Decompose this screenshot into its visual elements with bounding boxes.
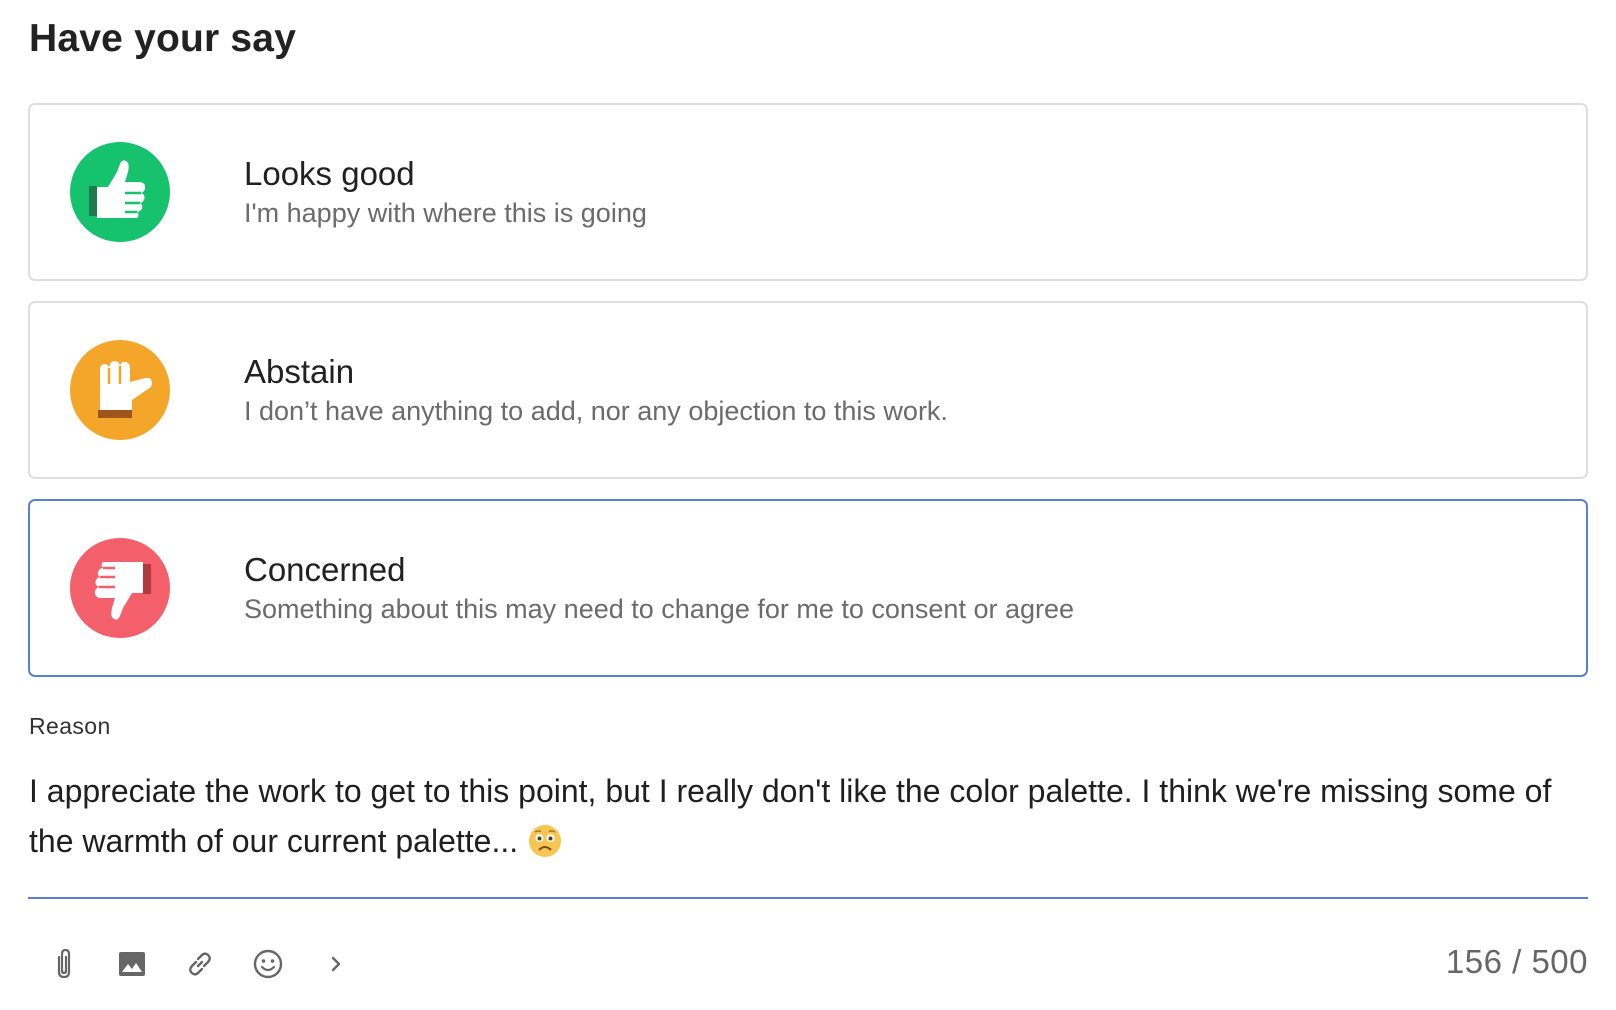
thumbs-down-icon [70, 538, 170, 638]
option-looks-good[interactable]: Looks good I'm happy with where this is … [28, 103, 1588, 281]
reason-text-value: I appreciate the work to get to this poi… [29, 773, 1552, 859]
page-title: Have your say [29, 17, 297, 60]
attachment-icon[interactable] [44, 944, 84, 984]
emoji-icon[interactable] [248, 944, 288, 984]
option-description: Something about this may need to change … [244, 594, 1075, 624]
option-label: Looks good [244, 155, 415, 192]
image-icon[interactable] [112, 944, 152, 984]
option-label: Abstain [244, 353, 355, 390]
option-description: I'm happy with where this is going [244, 198, 647, 228]
worried-face-emoji [528, 824, 562, 858]
option-description: I don’t have anything to add, nor any ob… [244, 396, 948, 426]
option-abstain[interactable]: Abstain I don’t have anything to add, no… [28, 301, 1588, 479]
thumbs-up-icon [70, 142, 170, 242]
hand-sideways-icon [70, 340, 170, 440]
character-counter: 156 / 500 [1445, 943, 1588, 980]
option-concerned[interactable]: Concerned Something about this may need … [28, 499, 1588, 677]
reason-label: Reason [29, 713, 111, 739]
chevron-right-icon[interactable] [316, 944, 356, 984]
reason-underline [28, 897, 1588, 899]
reason-textarea[interactable]: I appreciate the work to get to this poi… [29, 766, 1594, 866]
option-label: Concerned [244, 551, 406, 588]
link-icon[interactable] [180, 944, 220, 984]
